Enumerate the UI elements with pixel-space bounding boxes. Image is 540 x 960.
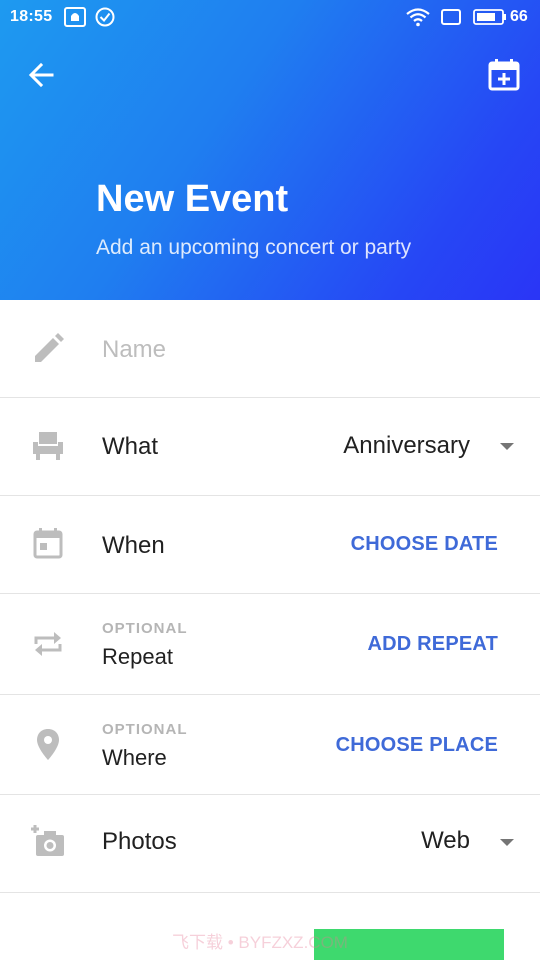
calendar-plus-icon bbox=[488, 59, 520, 91]
page-title: New Event bbox=[96, 178, 289, 220]
name-row[interactable]: Name bbox=[0, 300, 540, 398]
chevron-down-icon[interactable] bbox=[500, 839, 514, 846]
repeat-icon bbox=[28, 624, 68, 664]
event-form: Name What Anniversary When CHOOSE DATE O… bbox=[0, 300, 540, 893]
choose-date-button[interactable]: CHOOSE DATE bbox=[351, 533, 498, 556]
repeat-optional-label: OPTIONAL bbox=[102, 620, 188, 637]
add-repeat-button[interactable]: ADD REPEAT bbox=[367, 633, 498, 656]
photos-label: Photos bbox=[102, 828, 177, 855]
what-label: What bbox=[102, 433, 159, 460]
back-button[interactable] bbox=[22, 55, 62, 95]
repeat-row: OPTIONAL Repeat ADD REPEAT bbox=[0, 594, 540, 695]
notification-icon bbox=[64, 7, 86, 32]
watermark: 飞下载 • BYFZXZ.COM bbox=[172, 933, 348, 952]
pencil-icon bbox=[28, 329, 68, 369]
add-photo-icon bbox=[28, 823, 68, 863]
where-optional-label: OPTIONAL bbox=[102, 721, 188, 738]
status-bar: 18:55 66 bbox=[0, 0, 540, 34]
chevron-down-icon[interactable] bbox=[500, 443, 514, 450]
name-input[interactable]: Name bbox=[102, 336, 166, 364]
page-subtitle: Add an upcoming concert or party bbox=[96, 236, 412, 259]
repeat-label: Repeat bbox=[102, 644, 173, 669]
screen-icon bbox=[440, 7, 462, 32]
location-pin-icon bbox=[28, 725, 68, 765]
when-label: When bbox=[102, 532, 165, 559]
what-select-value[interactable]: Anniversary bbox=[343, 432, 470, 460]
wifi-icon bbox=[405, 7, 431, 32]
choose-place-button[interactable]: CHOOSE PLACE bbox=[336, 734, 498, 757]
header: 18:55 66 New Event Add an upcoming conce… bbox=[0, 0, 540, 300]
photos-row[interactable]: Photos Web bbox=[0, 795, 540, 893]
seat-icon bbox=[28, 426, 68, 466]
photos-select-value[interactable]: Web bbox=[421, 827, 470, 855]
where-row: OPTIONAL Where CHOOSE PLACE bbox=[0, 695, 540, 795]
when-row: When CHOOSE DATE bbox=[0, 496, 540, 594]
battery-level: 66 bbox=[510, 8, 528, 25]
check-circle-icon bbox=[95, 7, 115, 32]
what-row[interactable]: What Anniversary bbox=[0, 398, 540, 496]
where-label: Where bbox=[102, 745, 167, 770]
arrow-left-icon bbox=[28, 62, 54, 88]
calendar-icon bbox=[28, 524, 68, 564]
battery-icon bbox=[473, 7, 507, 32]
status-time: 18:55 bbox=[10, 8, 53, 25]
add-to-calendar-button[interactable] bbox=[482, 54, 526, 98]
